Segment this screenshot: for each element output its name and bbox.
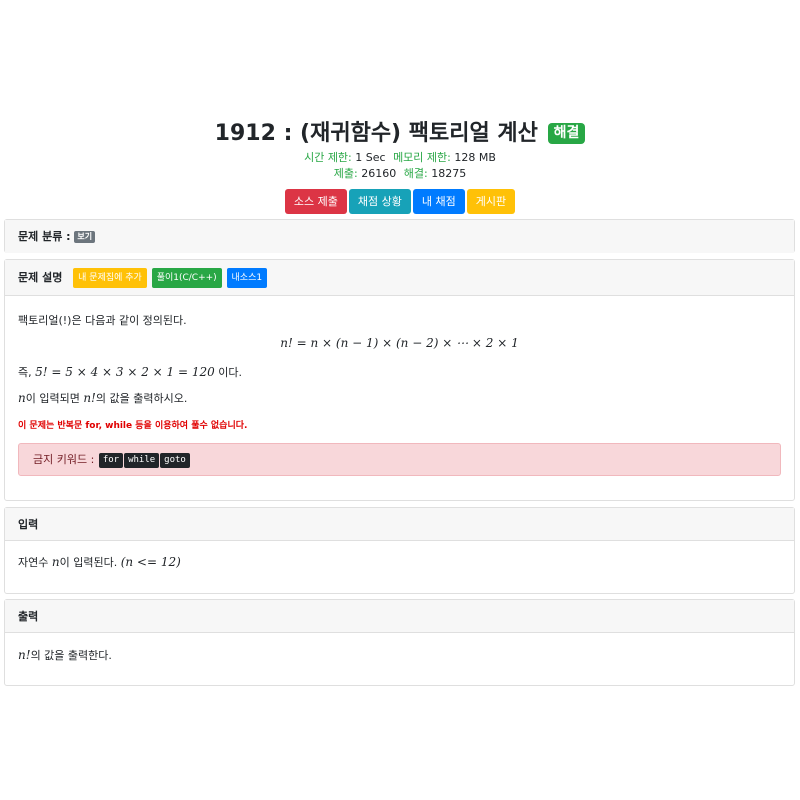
input-prefix: 자연수	[18, 556, 52, 569]
description-heading: 문제 설명	[18, 271, 63, 284]
title-separator: :	[283, 121, 293, 146]
category-heading: 문제 분류 :	[18, 230, 71, 243]
example-prefix: 즉,	[18, 366, 36, 379]
output-header: 출력	[5, 600, 794, 633]
page-title: 1912 : (재귀함수) 팩토리얼 계산 해결	[0, 118, 800, 150]
problem-header: 1912 : (재귀함수) 팩토리얼 계산 해결 시간 제한: 1 Sec 메모…	[0, 118, 800, 182]
input-middle: 이 입력된다.	[59, 556, 121, 569]
description-card: 문제 설명 내 문제집에 추가 풀이1(C/C++) 내소스1 팩토리얼(!)은…	[4, 259, 795, 501]
task-mid: 이 입력되면	[25, 392, 84, 405]
input-text: 자연수 n이 입력된다. (n <= 12)	[18, 554, 181, 570]
category-header: 문제 분류 : 보기	[5, 220, 794, 253]
output-expr: n!	[18, 648, 31, 662]
factorial-formula: n! = n × (n − 1) × (n − 2) × ⋯ × 2 × 1	[280, 336, 519, 350]
solved-value: 18275	[431, 167, 467, 180]
solution-button[interactable]: 풀이1(C/C++)	[151, 268, 222, 288]
input-card: 입력 자연수 n이 입력된다. (n <= 12)	[4, 507, 795, 594]
solved-label: 해결:	[403, 167, 428, 180]
memory-limit-value: 128 MB	[454, 151, 496, 164]
add-to-problemset-button[interactable]: 내 문제집에 추가	[73, 268, 147, 288]
output-card: 출력 n!의 값을 출력한다.	[4, 599, 795, 686]
input-header: 입력	[5, 508, 794, 541]
show-category-badge[interactable]: 보기	[74, 231, 96, 243]
my-status-button[interactable]: 내 채점	[412, 189, 465, 214]
submit-source-button[interactable]: 소스 제출	[284, 189, 347, 214]
task-expr: n!	[83, 391, 96, 405]
limits-line: 시간 제한: 1 Sec 메모리 제한: 128 MB	[0, 150, 800, 166]
keyword-goto: goto	[160, 453, 190, 468]
forbidden-label: 금지 키워드 :	[33, 453, 95, 466]
solved-status-badge: 해결	[547, 123, 586, 144]
problem-title: (재귀함수) 팩토리얼 계산	[300, 121, 538, 146]
input-constraint: (n <= 12)	[120, 555, 181, 569]
input-heading: 입력	[18, 518, 39, 531]
keyword-while: while	[124, 453, 160, 468]
time-limit-value: 1 Sec	[355, 151, 386, 164]
action-buttons: 소스 제출 채점 상황 내 채점 게시판	[0, 189, 800, 214]
input-var: n	[51, 555, 60, 569]
keyword-for: for	[98, 453, 124, 468]
submissions-value: 26160	[361, 167, 397, 180]
judge-status-button[interactable]: 채점 상황	[348, 189, 411, 214]
output-text: n!의 값을 출력한다.	[18, 647, 112, 663]
stats-line: 제출: 26160 해결: 18275	[0, 166, 800, 182]
task-text: n이 입력되면 n!의 값을 출력하시오.	[18, 390, 187, 406]
loop-warning: 이 문제는 반복문 for, while 등을 이용하여 풀수 없습니다.	[18, 421, 248, 431]
submissions-label: 제출:	[333, 167, 358, 180]
example-suffix: 이다.	[214, 366, 242, 379]
task-var: n	[18, 391, 26, 405]
output-suffix: 의 값을 출력한다.	[30, 649, 112, 662]
description-header: 문제 설명 내 문제집에 추가 풀이1(C/C++) 내소스1	[5, 260, 794, 296]
intro-text: 팩토리얼(!)은 다음과 같이 정의된다.	[18, 314, 187, 327]
time-limit-label: 시간 제한:	[304, 151, 352, 164]
problem-number: 1912	[214, 121, 276, 146]
category-card: 문제 분류 : 보기	[4, 219, 795, 253]
forbidden-keywords-alert: 금지 키워드 : for while goto	[18, 443, 781, 476]
memory-limit-label: 메모리 제한:	[393, 151, 451, 164]
my-source-button[interactable]: 내소스1	[226, 268, 268, 288]
example-math: 5! = 5 × 4 × 3 × 2 × 1 = 120	[35, 365, 215, 379]
example-text: 즉, 5! = 5 × 4 × 3 × 2 × 1 = 120 이다.	[18, 364, 242, 380]
board-button[interactable]: 게시판	[466, 189, 516, 214]
output-heading: 출력	[18, 610, 39, 623]
task-suffix: 의 값을 출력하시오.	[95, 392, 188, 405]
